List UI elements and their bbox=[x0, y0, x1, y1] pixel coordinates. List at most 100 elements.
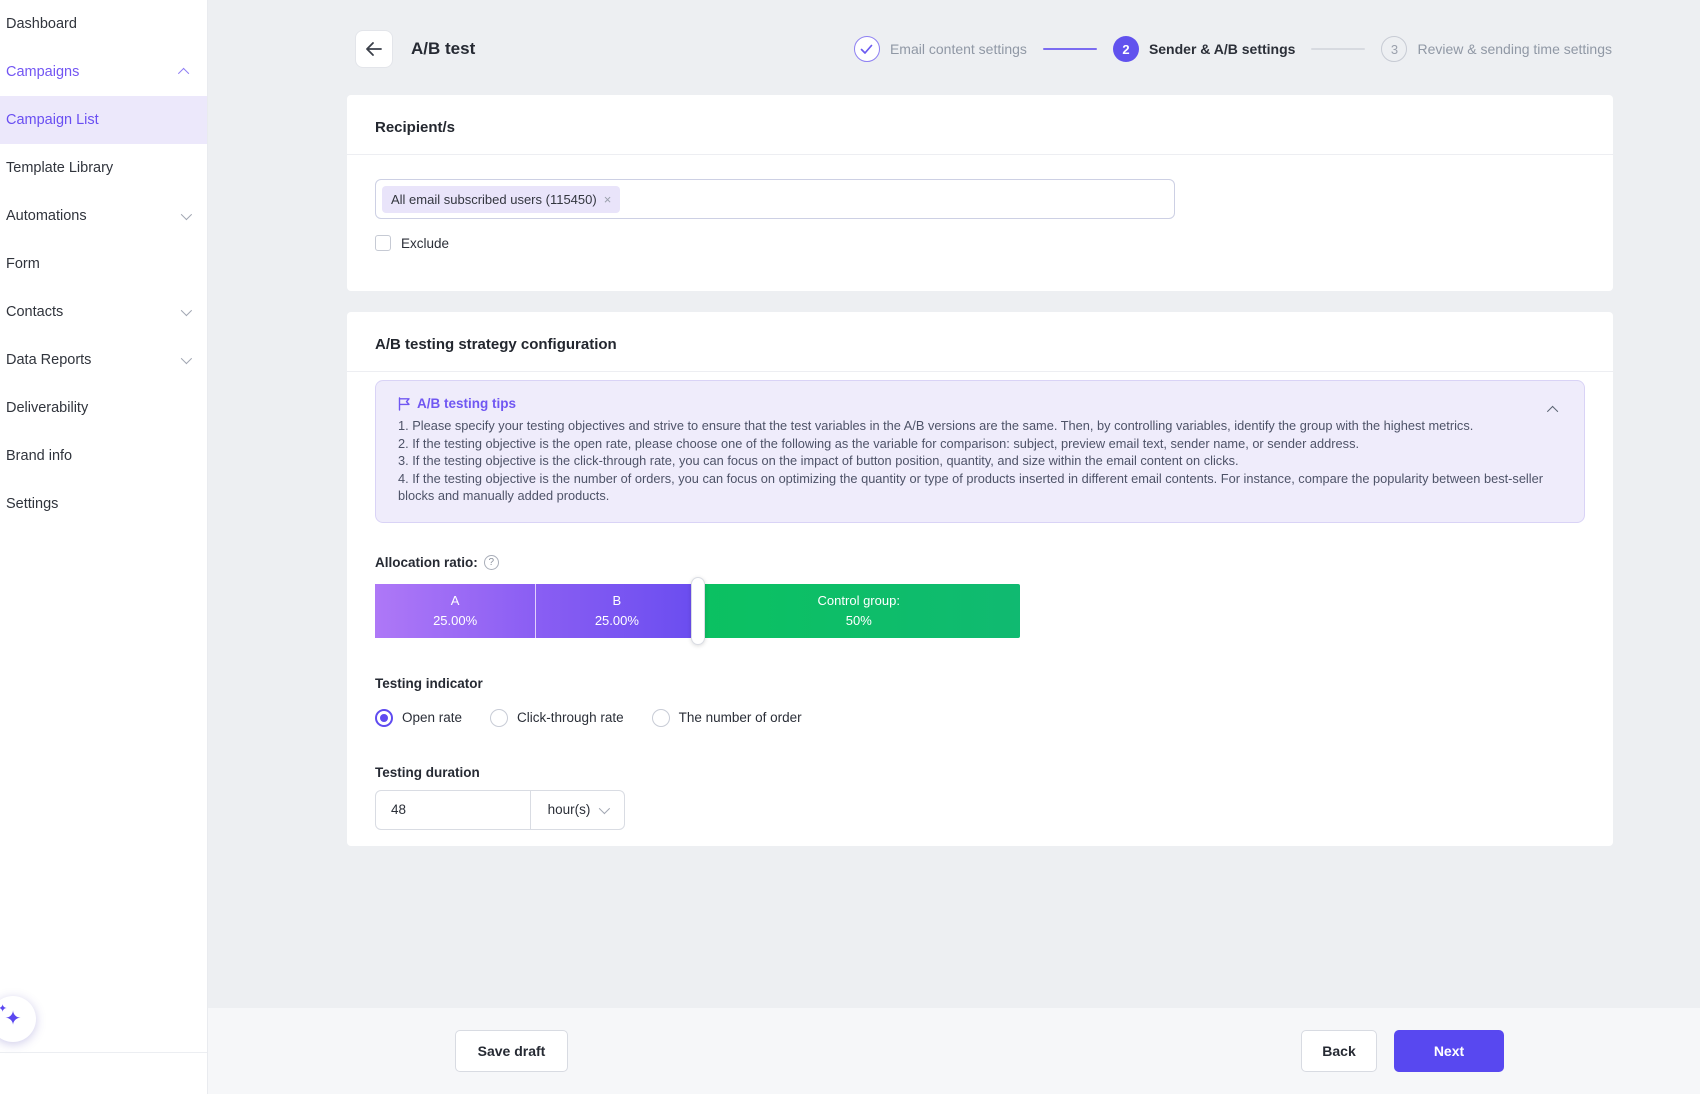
sidebar-item-automations[interactable]: Automations bbox=[0, 192, 207, 240]
chevron-down-icon bbox=[599, 802, 610, 813]
chevron-up-icon bbox=[178, 68, 189, 79]
sidebar-item-label: Form bbox=[6, 256, 40, 272]
sidebar-item-label: Campaigns bbox=[6, 64, 79, 80]
main-area: A/B test Email content settings 2 Sender… bbox=[208, 0, 1700, 1094]
allocation-ratio-row: Allocation ratio: ? bbox=[375, 555, 1585, 570]
footer-action-bar: Save draft Back Next bbox=[208, 1008, 1700, 1094]
allocation-segment-b: B 25.00% bbox=[536, 584, 697, 638]
testing-indicator-options: Open rate Click-through rate The number … bbox=[375, 709, 1585, 727]
sidebar-item-label: Data Reports bbox=[6, 352, 91, 368]
sidebar-item-label: Brand info bbox=[6, 448, 72, 464]
radio-unselected-icon bbox=[490, 709, 508, 727]
tips-title-row: A/B testing tips bbox=[398, 396, 1562, 411]
segment-name: A bbox=[451, 593, 460, 608]
radio-label: Open rate bbox=[402, 710, 462, 725]
radio-selected-icon bbox=[375, 709, 393, 727]
recipient-tag: All email subscribed users (115450) × bbox=[382, 186, 620, 213]
back-arrow-button[interactable] bbox=[355, 30, 393, 68]
sparkle-icon: ✦ bbox=[0, 1004, 7, 1015]
collapse-tips-button[interactable] bbox=[1550, 401, 1558, 419]
sidebar-item-campaign-list[interactable]: Campaign List bbox=[0, 96, 207, 144]
tip-line: 1. Please specify your testing objective… bbox=[398, 417, 1562, 435]
segment-name: B bbox=[613, 593, 622, 608]
testing-duration-label: Testing duration bbox=[375, 765, 1585, 780]
step-label: Review & sending time settings bbox=[1417, 41, 1612, 57]
segment-value: 25.00% bbox=[595, 613, 639, 628]
divider bbox=[347, 371, 1613, 372]
sidebar-item-form[interactable]: Form bbox=[0, 240, 207, 288]
sidebar-item-label: Deliverability bbox=[6, 400, 88, 416]
chevron-down-icon bbox=[181, 209, 192, 220]
radio-unselected-icon bbox=[652, 709, 670, 727]
sidebar-item-label: Template Library bbox=[6, 160, 113, 176]
step-connector bbox=[1043, 48, 1097, 50]
exclude-checkbox[interactable] bbox=[375, 235, 391, 251]
sidebar-item-label: Campaign List bbox=[6, 112, 99, 128]
testing-duration-group: hour(s) bbox=[375, 790, 1585, 830]
arrow-left-icon bbox=[365, 41, 383, 57]
sidebar-item-data-reports[interactable]: Data Reports bbox=[0, 336, 207, 384]
step-number-badge: 3 bbox=[1381, 36, 1407, 62]
allocation-ratio-label: Allocation ratio: bbox=[375, 555, 478, 570]
recipient-tag-label: All email subscribed users (115450) bbox=[391, 192, 597, 207]
step-number-badge: 2 bbox=[1113, 36, 1139, 62]
radio-click-through-rate[interactable]: Click-through rate bbox=[490, 709, 624, 727]
next-button[interactable]: Next bbox=[1394, 1030, 1504, 1072]
duration-unit-value: hour(s) bbox=[548, 802, 591, 817]
divider bbox=[347, 154, 1613, 155]
sidebar-divider bbox=[0, 1052, 207, 1053]
ai-assistant-button[interactable]: ✦ ✦ bbox=[0, 996, 36, 1042]
duration-unit-select[interactable]: hour(s) bbox=[530, 790, 625, 830]
testing-indicator-label: Testing indicator bbox=[375, 676, 1585, 691]
tip-line: 2. If the testing objective is the open … bbox=[398, 435, 1562, 453]
exclude-label: Exclude bbox=[401, 236, 449, 251]
strategy-title: A/B testing strategy configuration bbox=[347, 312, 1613, 371]
help-icon[interactable]: ? bbox=[484, 555, 499, 570]
segment-value: 50% bbox=[846, 613, 872, 628]
save-draft-button[interactable]: Save draft bbox=[455, 1030, 568, 1072]
step-label: Email content settings bbox=[890, 41, 1027, 57]
step-sender-ab-settings[interactable]: 2 Sender & A/B settings bbox=[1113, 36, 1296, 62]
chevron-down-icon bbox=[181, 353, 192, 364]
duration-input[interactable] bbox=[375, 790, 531, 830]
check-circle-icon bbox=[854, 36, 880, 62]
step-connector bbox=[1311, 48, 1365, 50]
radio-label: Click-through rate bbox=[517, 710, 624, 725]
sidebar-item-label: Dashboard bbox=[6, 16, 77, 32]
segment-name: Control group: bbox=[818, 593, 900, 608]
sidebar-item-dashboard[interactable]: Dashboard bbox=[0, 0, 207, 48]
remove-tag-icon[interactable]: × bbox=[604, 193, 612, 206]
recipients-card: Recipient/s All email subscribed users (… bbox=[347, 95, 1613, 291]
back-button[interactable]: Back bbox=[1301, 1030, 1377, 1072]
sidebar-item-label: Settings bbox=[6, 496, 58, 512]
recipients-title: Recipient/s bbox=[347, 95, 1613, 154]
page-header: A/B test Email content settings 2 Sender… bbox=[208, 0, 1700, 88]
sidebar-item-settings[interactable]: Settings bbox=[0, 480, 207, 528]
sidebar-item-brand-info[interactable]: Brand info bbox=[0, 432, 207, 480]
radio-label: The number of order bbox=[679, 710, 802, 725]
allocation-drag-handle[interactable] bbox=[691, 577, 705, 645]
radio-open-rate[interactable]: Open rate bbox=[375, 709, 462, 727]
recipients-input[interactable]: All email subscribed users (115450) × bbox=[375, 179, 1175, 219]
tip-line: 4. If the testing objective is the numbe… bbox=[398, 470, 1562, 505]
sidebar-item-label: Automations bbox=[6, 208, 87, 224]
radio-number-of-order[interactable]: The number of order bbox=[652, 709, 802, 727]
step-email-content-settings[interactable]: Email content settings bbox=[854, 36, 1027, 62]
step-review-sending-time[interactable]: 3 Review & sending time settings bbox=[1381, 36, 1612, 62]
allocation-ratio-bar: A 25.00% B 25.00% Control group: 50% bbox=[375, 584, 1020, 638]
segment-value: 25.00% bbox=[433, 613, 477, 628]
step-indicator: Email content settings 2 Sender & A/B se… bbox=[854, 36, 1612, 62]
sidebar-item-label: Contacts bbox=[6, 304, 63, 320]
chevron-down-icon bbox=[181, 305, 192, 316]
sidebar-item-deliverability[interactable]: Deliverability bbox=[0, 384, 207, 432]
page-title: A/B test bbox=[411, 39, 475, 59]
sidebar-item-campaigns[interactable]: Campaigns bbox=[0, 48, 207, 96]
allocation-segment-control: Control group: 50% bbox=[698, 584, 1021, 638]
ab-testing-tips-panel: A/B testing tips 1. Please specify your … bbox=[375, 380, 1585, 523]
step-label: Sender & A/B settings bbox=[1149, 41, 1296, 57]
sidebar-item-contacts[interactable]: Contacts bbox=[0, 288, 207, 336]
tip-line: 3. If the testing objective is the click… bbox=[398, 452, 1562, 470]
sidebar: Dashboard Campaigns Campaign List Templa… bbox=[0, 0, 208, 1094]
tips-title: A/B testing tips bbox=[417, 396, 516, 411]
sidebar-item-template-library[interactable]: Template Library bbox=[0, 144, 207, 192]
